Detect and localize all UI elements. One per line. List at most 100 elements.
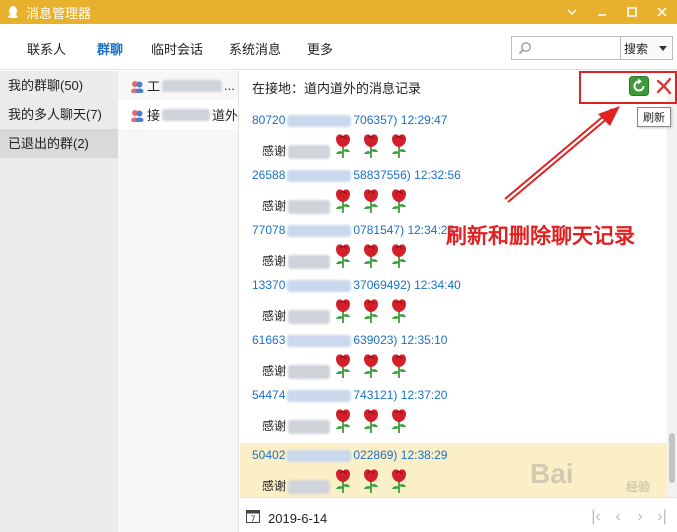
window-title: 消息管理器 <box>26 5 92 21</box>
redacted-block <box>288 420 331 434</box>
group-name-suffix: 道外 <box>211 108 238 123</box>
tab-contacts[interactable]: 联系人 <box>27 39 66 58</box>
message-body: 感谢 <box>262 353 416 379</box>
message-sender: 13370 37069492) 12:34:40 <box>252 278 461 292</box>
rose-emoji-group <box>332 353 416 379</box>
rose-icon <box>364 244 379 268</box>
title-bar: 消息管理器 <box>0 0 677 24</box>
message-body: 感谢 <box>262 408 416 434</box>
tab-system-messages[interactable]: 系统消息 <box>229 39 281 58</box>
redacted-block <box>288 480 331 494</box>
message-sender: 26588 58837556) 12:32:56 <box>252 168 461 182</box>
message-sender: 50402 022869) 12:38:29 <box>252 448 448 462</box>
dropdown-button[interactable] <box>557 0 587 24</box>
group-name-prefix: 接 <box>147 108 161 123</box>
sidebar-item-multi-chats[interactable]: 我的多人聊天(7) <box>0 100 118 129</box>
sidebar: 我的群聊(50) 我的多人聊天(7) 已退出的群(2) <box>0 71 118 532</box>
rose-icon <box>336 244 351 268</box>
svg-text:7: 7 <box>250 515 255 524</box>
redacted-block <box>287 169 352 182</box>
rose-icon <box>364 469 379 493</box>
message-scrollbar[interactable] <box>667 93 677 497</box>
rose-icon <box>392 244 407 268</box>
refresh-icon[interactable] <box>629 76 649 96</box>
redacted-block <box>288 365 331 379</box>
minimize-button[interactable] <box>587 0 617 24</box>
redacted-block <box>287 389 352 402</box>
rose-icon <box>392 409 407 433</box>
rose-icon <box>336 409 351 433</box>
qq-penguin-icon <box>8 6 18 19</box>
search-input[interactable] <box>536 39 618 57</box>
minimize-icon <box>598 14 606 16</box>
rose-icon <box>336 299 351 323</box>
message-body: 感谢 <box>262 298 416 324</box>
group-name-prefix: 工 <box>147 79 161 94</box>
rose-icon <box>336 189 351 213</box>
search-button-label: 搜索 <box>624 41 649 56</box>
redacted-block <box>287 334 352 347</box>
group-name-suffix: ... <box>224 78 235 93</box>
rose-icon <box>364 134 379 158</box>
search-box[interactable] <box>511 36 621 60</box>
redacted-block <box>288 200 331 214</box>
tab-group-chat[interactable]: 群聊 <box>97 39 123 58</box>
rose-icon <box>392 354 407 378</box>
rose-icon <box>392 134 407 158</box>
close-icon <box>657 7 667 17</box>
message-sender: 77078 0781547) 12:34:25 <box>252 223 455 237</box>
rose-icon <box>364 189 379 213</box>
tab-more[interactable]: 更多 <box>307 39 333 58</box>
rose-icon <box>364 354 379 378</box>
rose-emoji-group <box>332 298 416 324</box>
redacted-block <box>162 79 223 92</box>
rose-icon <box>392 299 407 323</box>
message-sender: 54474 743121) 12:37:20 <box>252 388 448 402</box>
message-item: 54474 743121) 12:37:20 感谢 <box>240 383 667 438</box>
message-sender: 80720 706357) 12:29:47 <box>252 113 448 127</box>
annotation-text: 刷新和删除聊天记录 <box>446 225 635 248</box>
message-item: 80720 706357) 12:29:47 感谢 <box>240 108 667 163</box>
message-item: 61663 639023) 12:35:10 感谢 <box>240 328 667 383</box>
close-button[interactable] <box>647 0 677 24</box>
redacted-block <box>288 145 331 159</box>
group-list: 工 ... 接 道外 <box>118 71 239 532</box>
message-body: 感谢 <box>262 133 416 159</box>
maximize-icon <box>627 7 637 17</box>
rose-emoji-group <box>332 133 416 159</box>
caret-down-icon <box>659 46 667 51</box>
tab-temp-session[interactable]: 临时会话 <box>151 39 203 58</box>
rose-emoji-group <box>332 468 416 494</box>
group-avatar-icon <box>131 109 144 122</box>
list-item[interactable]: 工 ... <box>118 71 238 100</box>
maximize-button[interactable] <box>617 0 647 24</box>
redacted-block <box>287 279 352 292</box>
message-body: 感谢 <box>262 468 416 494</box>
redacted-block <box>288 255 331 269</box>
message-list: 80720 706357) 12:29:47 感谢 26588 58837556) … <box>240 93 667 497</box>
rose-emoji-group <box>332 408 416 434</box>
redacted-block <box>288 310 331 324</box>
rose-emoji-group <box>332 243 416 269</box>
redacted-block <box>162 108 210 121</box>
redacted-block <box>287 114 352 127</box>
delete-icon[interactable] <box>654 76 674 96</box>
message-item: 26588 58837556) 12:32:56 感谢 <box>240 163 667 218</box>
message-body: 感谢 <box>262 243 416 269</box>
sidebar-item-exited-groups[interactable]: 已退出的群(2) <box>0 129 118 158</box>
calendar-icon[interactable]: 7 <box>246 509 260 523</box>
search-button[interactable]: 搜索 <box>621 36 673 60</box>
rose-icon <box>336 354 351 378</box>
group-avatar-icon <box>131 80 144 93</box>
sidebar-item-my-groups[interactable]: 我的群聊(50) <box>0 71 118 100</box>
date-label: 2019-6-14 <box>268 511 328 526</box>
nav-bar: 联系人 群聊 临时会话 系统消息 更多 搜索 <box>0 24 677 70</box>
message-item: 13370 37069492) 12:34:40 感谢 <box>240 273 667 328</box>
redacted-block <box>287 449 352 462</box>
refresh-tooltip: 刷新 <box>637 107 671 127</box>
list-item[interactable]: 接 道外 <box>118 100 238 129</box>
rose-icon <box>392 469 407 493</box>
rose-icon <box>336 134 351 158</box>
search-icon <box>518 42 531 55</box>
message-sender: 61663 639023) 12:35:10 <box>252 333 448 347</box>
